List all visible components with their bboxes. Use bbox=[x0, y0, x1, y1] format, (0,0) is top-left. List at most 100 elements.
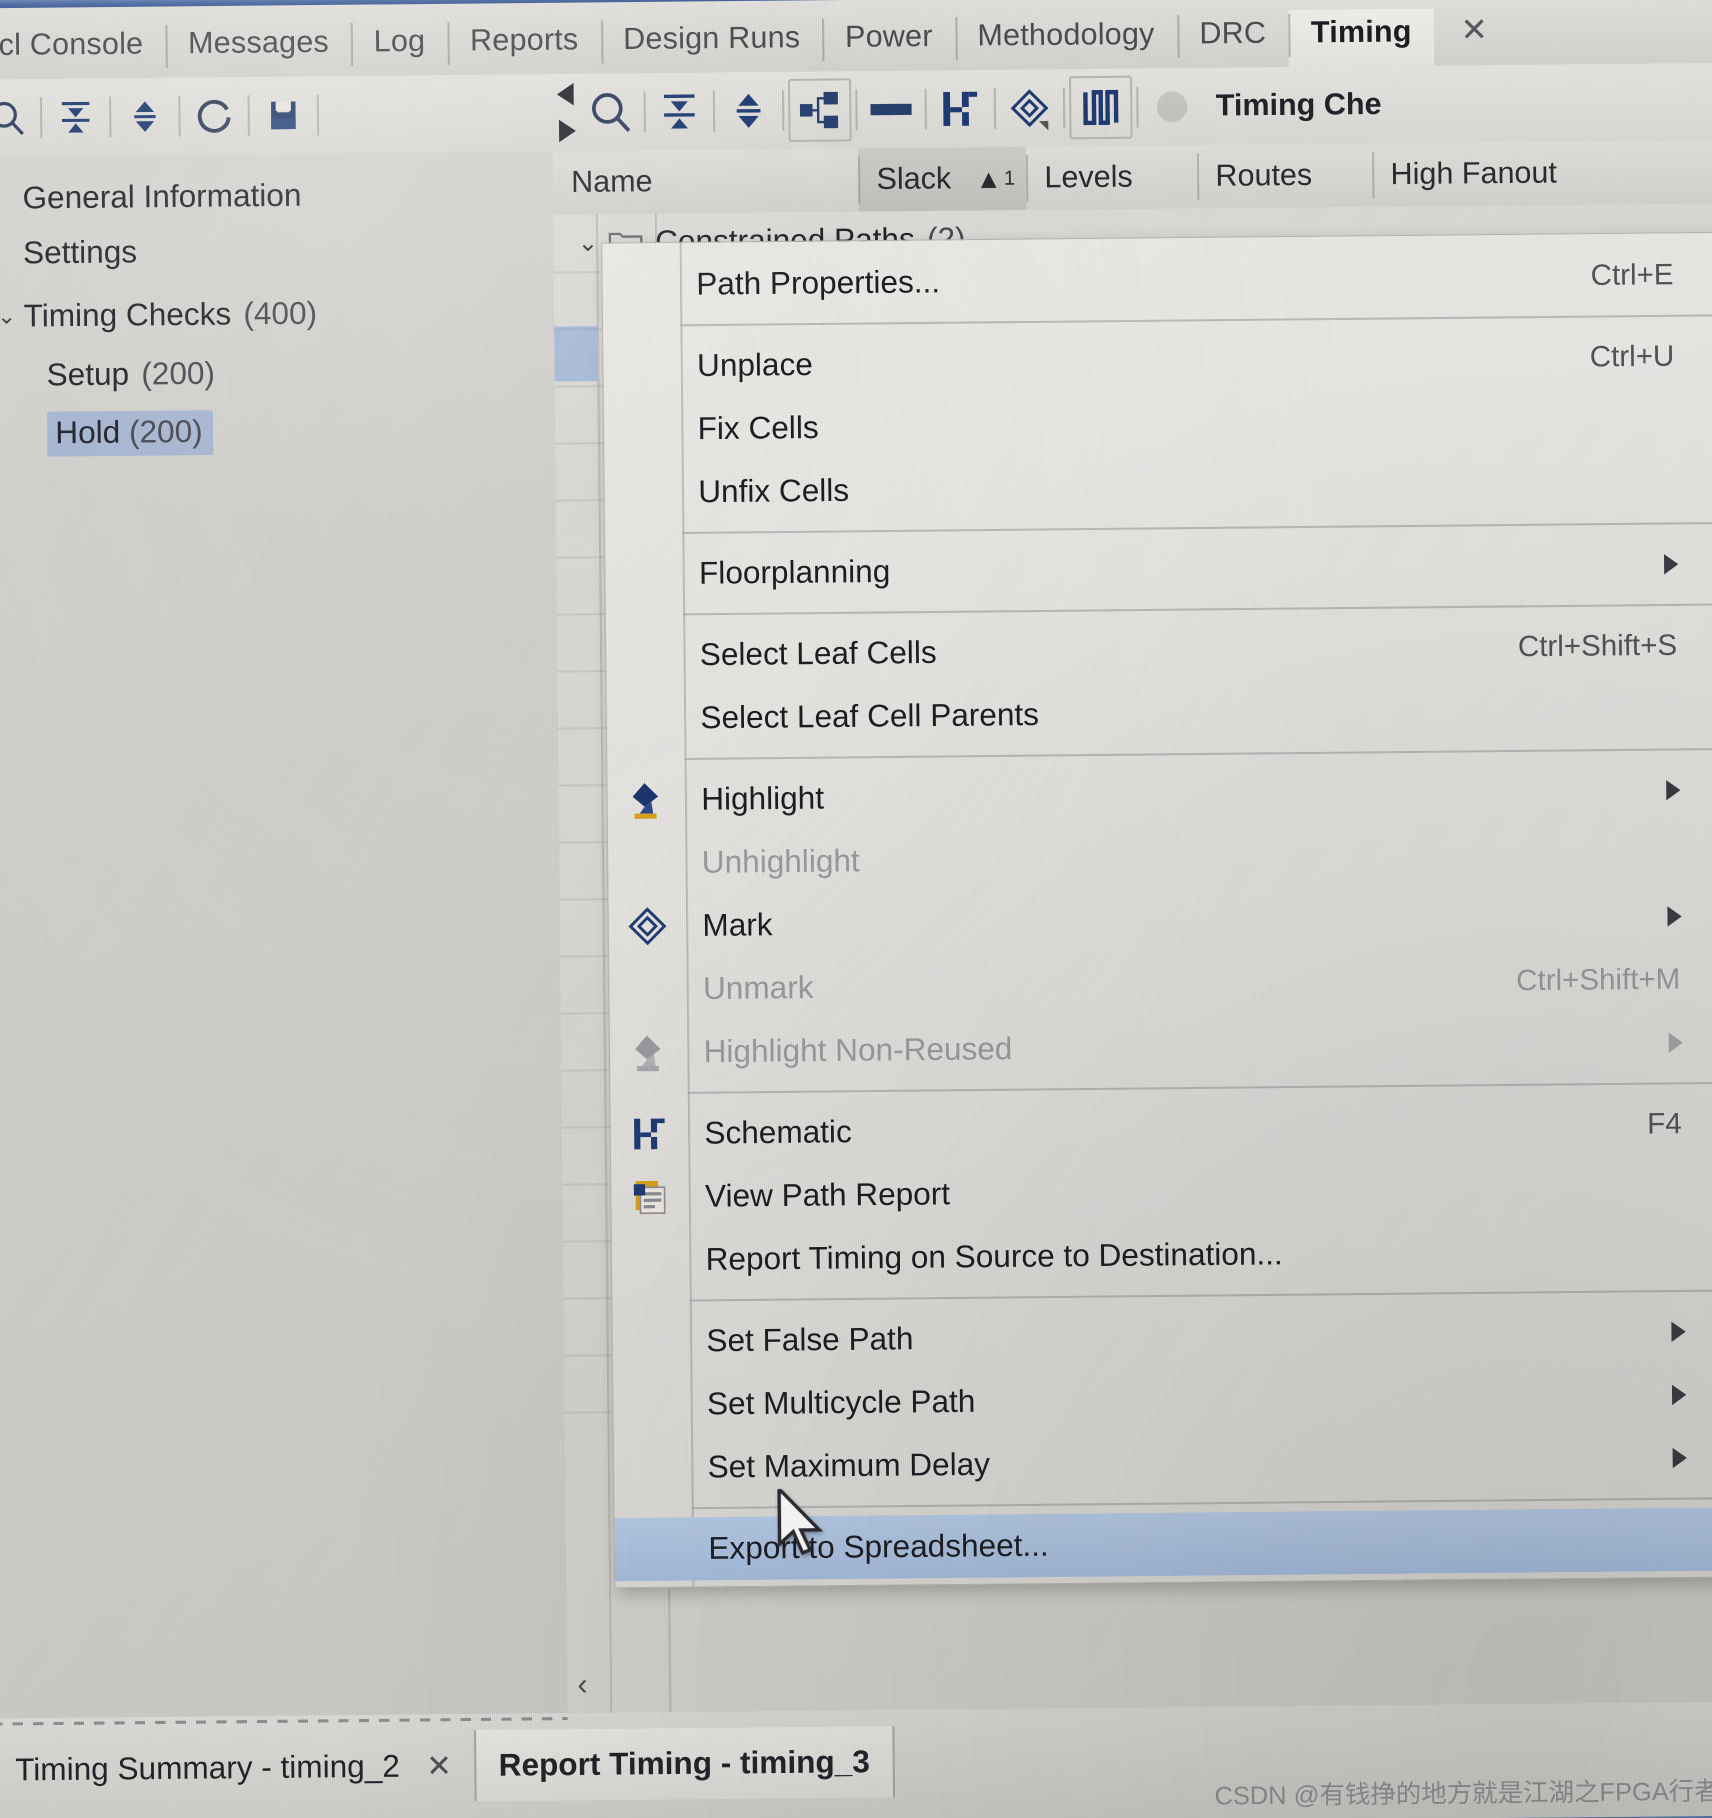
tab-design-runs[interactable]: Design Runs bbox=[601, 14, 823, 73]
circle-icon[interactable] bbox=[1142, 77, 1202, 137]
sidebar-item-general-information[interactable]: General Information bbox=[0, 166, 553, 226]
column-header-high-fanout[interactable]: High Fanout bbox=[1372, 141, 1637, 207]
menu-item-schematic[interactable]: Schematic F4 bbox=[610, 1092, 1712, 1166]
menu-item-accelerator: F4 bbox=[1647, 1107, 1682, 1141]
tab-methodology[interactable]: Methodology bbox=[955, 11, 1177, 70]
tab-label: Power bbox=[844, 19, 933, 54]
minus-icon[interactable] bbox=[861, 80, 921, 140]
menu-item-accelerator: Ctrl+U bbox=[1589, 339, 1675, 374]
column-header-routes[interactable]: Routes bbox=[1197, 144, 1373, 209]
bottom-tab-report-timing[interactable]: Report Timing - timing_3 bbox=[473, 1726, 895, 1802]
menu-item-floorplanning[interactable]: Floorplanning bbox=[605, 532, 1712, 606]
menu-item-view-path-report[interactable]: View Path Report bbox=[611, 1155, 1712, 1229]
mark-icon[interactable] bbox=[1000, 78, 1060, 138]
menu-item-icon-slot bbox=[613, 1404, 690, 1405]
schematic-icon[interactable] bbox=[930, 79, 990, 139]
menu-item-highlight[interactable]: Highlight bbox=[607, 758, 1712, 832]
sidebar-item-settings[interactable]: Settings bbox=[0, 221, 554, 281]
collapse-all-icon[interactable] bbox=[46, 88, 106, 148]
toolbar-separator bbox=[178, 95, 181, 137]
tab-reports[interactable]: Reports bbox=[447, 17, 601, 75]
menu-item-unplace[interactable]: Unplace Ctrl+U bbox=[603, 324, 1712, 398]
bottom-tab-label: Report Timing - timing_3 bbox=[498, 1743, 870, 1783]
sidebar-item-count: (200) bbox=[141, 355, 216, 392]
tab-log[interactable]: Log bbox=[351, 18, 448, 76]
menu-item-set-multicycle-path[interactable]: Set Multicycle Path bbox=[613, 1363, 1712, 1437]
toolbar-separator bbox=[39, 97, 43, 139]
tab-messages[interactable]: Messages bbox=[165, 19, 351, 78]
menu-item-highlight-non-reused: Highlight Non-Reused bbox=[610, 1011, 1712, 1085]
column-label: High Fanout bbox=[1390, 156, 1558, 192]
toolbar-separator bbox=[712, 90, 716, 132]
toolbar-separator bbox=[993, 88, 997, 129]
tab-tcl-console[interactable]: cl Console bbox=[0, 21, 166, 80]
right-toolbar: Timing Che bbox=[551, 62, 1712, 152]
panel-collapse-handle[interactable] bbox=[552, 77, 581, 149]
collapse-all-icon[interactable] bbox=[650, 82, 710, 142]
search-icon[interactable] bbox=[0, 88, 36, 148]
menu-item-report-timing-source-to-destination[interactable]: Report Timing on Source to Destination..… bbox=[612, 1218, 1712, 1292]
menu-item-icon-slot bbox=[605, 574, 682, 575]
column-header-levels[interactable]: Levels bbox=[1026, 145, 1198, 210]
table-row-selection-marker bbox=[554, 326, 598, 382]
refresh-icon[interactable] bbox=[184, 86, 244, 146]
menu-item-label: Unplace bbox=[696, 346, 814, 384]
menu-item-label: Export to Spreadsheet... bbox=[708, 1527, 1049, 1567]
menu-item-label: Report Timing on Source to Destination..… bbox=[705, 1235, 1283, 1277]
horizontal-scroll-left-icon[interactable]: ‹ bbox=[577, 1668, 588, 1703]
watermark: CSDN @有钱挣的地方就是江湖之FPGA行者 bbox=[1214, 1777, 1712, 1811]
sort-ascending-icon: ▲ bbox=[975, 162, 1002, 194]
menu-item-icon-slot bbox=[614, 1467, 691, 1468]
menu-item-select-leaf-cell-parents[interactable]: Select Leaf Cell Parents bbox=[606, 677, 1712, 751]
search-icon[interactable] bbox=[580, 82, 640, 142]
expand-all-icon[interactable] bbox=[115, 87, 175, 147]
bottom-tab-timing-summary[interactable]: Timing Summary - timing_2 ✕ bbox=[0, 1730, 475, 1806]
highlight-pen-icon bbox=[607, 779, 685, 820]
submenu-arrow-icon bbox=[1671, 1321, 1686, 1342]
twisty-expanded-icon[interactable]: ⌄ bbox=[0, 303, 24, 330]
tab-label: Timing bbox=[1310, 14, 1412, 50]
tab-label: Reports bbox=[469, 22, 579, 58]
bottom-tab-label: Timing Summary - timing_2 bbox=[15, 1748, 400, 1788]
menu-item-label: Highlight bbox=[701, 780, 825, 817]
sidebar-item-setup[interactable]: Setup (200) bbox=[0, 343, 555, 403]
column-header-name[interactable]: Name bbox=[552, 149, 858, 215]
toolbar-separator bbox=[247, 95, 250, 137]
expand-all-icon[interactable] bbox=[719, 81, 779, 141]
sidebar-item-timing-checks[interactable]: ⌄ Timing Checks (400) bbox=[0, 284, 554, 344]
submenu-arrow-icon bbox=[1668, 1032, 1684, 1053]
close-icon[interactable]: ✕ bbox=[1434, 6, 1511, 66]
menu-item-label: Path Properties... bbox=[696, 263, 941, 302]
path-context-menu: Path Properties... Ctrl+E Unplace Ctrl+U… bbox=[601, 231, 1712, 1589]
save-icon[interactable] bbox=[254, 86, 314, 146]
waveform-icon[interactable] bbox=[1068, 75, 1133, 140]
tab-timing[interactable]: Timing bbox=[1288, 8, 1435, 67]
menu-item-unmark: Unmark Ctrl+Shift+M bbox=[609, 947, 1712, 1021]
column-header-slack[interactable]: Slack ▲ 1 bbox=[857, 146, 1027, 212]
menu-item-set-false-path[interactable]: Set False Path bbox=[612, 1300, 1712, 1374]
menu-item-path-properties[interactable]: Path Properties... Ctrl+E bbox=[602, 243, 1712, 317]
menu-item-select-leaf-cells[interactable]: Select Leaf Cells Ctrl+Shift+S bbox=[606, 614, 1712, 688]
menu-separator bbox=[682, 521, 1712, 534]
menu-separator bbox=[689, 1289, 1712, 1302]
splitter-handle[interactable] bbox=[0, 1717, 568, 1726]
submenu-arrow-icon bbox=[1667, 906, 1682, 927]
close-icon[interactable]: ✕ bbox=[426, 1748, 452, 1784]
menu-item-label: Unhighlight bbox=[701, 842, 860, 880]
tab-power[interactable]: Power bbox=[822, 13, 955, 71]
tab-label: cl Console bbox=[0, 27, 144, 63]
menu-item-unfix-cells[interactable]: Unfix Cells bbox=[604, 451, 1712, 525]
menu-item-label: Set Maximum Delay bbox=[707, 1446, 991, 1485]
toolbar-separator bbox=[109, 96, 112, 138]
mark-diamond-icon bbox=[609, 906, 687, 947]
sidebar-item-label: Settings bbox=[22, 233, 138, 271]
schematic-tree-icon[interactable] bbox=[787, 78, 852, 143]
menu-item-icon-slot bbox=[613, 1341, 690, 1342]
sidebar-item-hold[interactable]: Hold (200) bbox=[0, 402, 555, 462]
sidebar-item-label: Hold bbox=[55, 414, 121, 451]
menu-item-mark[interactable]: Mark bbox=[608, 884, 1712, 958]
menu-item-icon-slot bbox=[615, 1549, 692, 1550]
menu-separator bbox=[684, 747, 1712, 760]
tab-drc[interactable]: DRC bbox=[1177, 10, 1289, 68]
menu-item-fix-cells[interactable]: Fix Cells bbox=[604, 388, 1712, 462]
